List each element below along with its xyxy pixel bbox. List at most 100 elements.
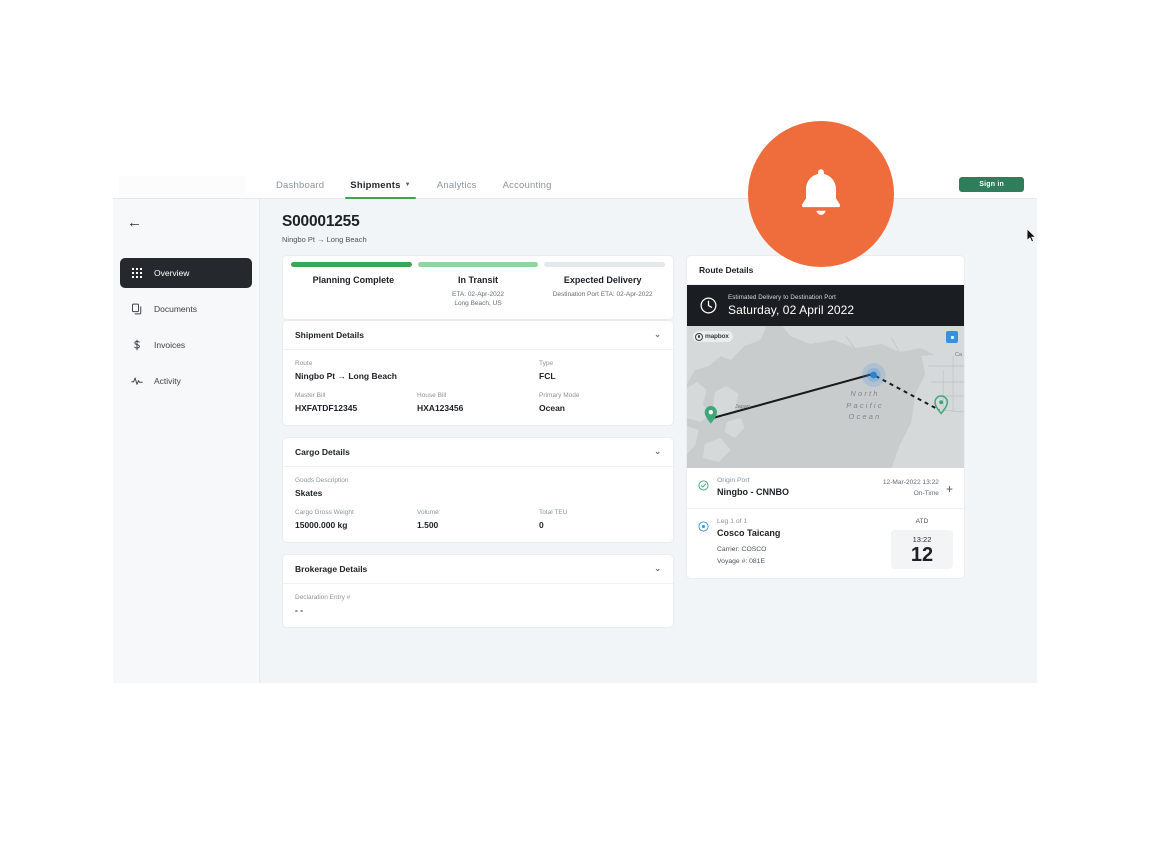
stage-expected-delivery-eta: Destination Port ETA: 02-Apr-2022 <box>552 291 653 298</box>
leg-voyage: Voyage #: 081E <box>717 558 765 566</box>
grid-icon <box>131 267 143 279</box>
mapbox-icon <box>695 332 703 341</box>
field-volume-label: Volume <box>417 508 439 516</box>
progress-stages: Planning Complete In Transit ETA: 02-Apr… <box>291 275 665 309</box>
estimated-delivery-caption: Estimated Delivery to Destination Port <box>728 294 836 301</box>
sidebar-item-activity[interactable]: Activity <box>120 366 252 396</box>
sidebar-item-activity-label: Activity <box>154 376 181 386</box>
progress-bar-planning <box>291 262 412 267</box>
main-content: S00001255 Ningbo Pt → Long Beach Plannin… <box>260 199 1037 683</box>
expand-origin-port-button[interactable]: + <box>946 483 953 495</box>
estimated-delivery-date: Saturday, 02 April 2022 <box>728 303 855 317</box>
origin-port-label: Origin Port <box>717 477 750 484</box>
documents-icon <box>131 303 143 315</box>
screen: Dashboard Shipments ▼ Analytics Accountin… <box>0 0 1149 864</box>
shipment-details-header[interactable]: Shipment Details ⌄ <box>283 321 673 350</box>
stage-expected-delivery: Expected Delivery Destination Port ETA: … <box>540 275 665 309</box>
leg-atd-label: ATD <box>915 518 929 526</box>
sidebar: ← Overview Documents Invoices Activity <box>113 199 260 683</box>
leg-label: Leg 1 of 1 <box>717 518 748 526</box>
field-primary-mode: Primary Mode Ocean <box>539 392 661 413</box>
nav-tab-dashboard[interactable]: Dashboard <box>263 172 337 199</box>
right-column: Route Details Estimated Delivery to Dest… <box>686 255 965 639</box>
shipment-details-row-1: Route Ningbo Pt → Long Beach Type FCL <box>295 360 661 381</box>
sidebar-item-documents[interactable]: Documents <box>120 294 252 324</box>
notification-bell-overlay[interactable] <box>748 121 894 267</box>
content-columns: Planning Complete In Transit ETA: 02-Apr… <box>282 255 1017 639</box>
leg-sub-details: Carrier: COSCO Voyage #: 081E <box>717 544 891 568</box>
shipment-progress-card: Planning Complete In Transit ETA: 02-Apr… <box>282 255 674 320</box>
brokerage-details-row-1: Declaration Entry # - - <box>295 594 661 615</box>
app-body: ← Overview Documents Invoices Activity S… <box>113 199 1037 683</box>
estimated-delivery-text: Estimated Delivery to Destination Port S… <box>728 294 854 317</box>
field-declaration-entry-label: Declaration Entry # <box>295 593 351 601</box>
cargo-details-body: Goods Description Skates Cargo Gross Wei… <box>283 467 673 542</box>
cargo-details-header[interactable]: Cargo Details ⌄ <box>283 438 673 467</box>
progress-bars <box>291 262 666 267</box>
sign-in-button[interactable]: Sign in <box>959 177 1024 192</box>
field-type-value: FCL <box>539 370 556 381</box>
route-map[interactable]: North Pacific Ocean Japan Ca mapbox <box>687 326 964 468</box>
nav-tab-analytics[interactable]: Analytics <box>424 172 490 199</box>
chevron-down-icon[interactable]: ⌄ <box>654 330 661 339</box>
shipment-details-card: Shipment Details ⌄ Route Ningbo Pt → Lon… <box>282 319 674 426</box>
cargo-details-row-2: Cargo Gross Weight 15000.000 kg Volume 1… <box>295 509 661 530</box>
cargo-details-row-1: Goods Description Skates <box>295 477 661 498</box>
mapbox-attribution[interactable]: mapbox <box>693 331 733 342</box>
route-row-leg-1: Leg 1 of 1 Cosco Taicang Carrier: COSCO … <box>687 509 964 578</box>
progress-bar-expected-delivery <box>544 262 666 267</box>
nav-tab-accounting[interactable]: Accounting <box>490 172 565 199</box>
sidebar-item-documents-label: Documents <box>154 304 197 314</box>
brokerage-details-header[interactable]: Brokerage Details ⌄ <box>283 555 673 584</box>
cargo-details-card: Cargo Details ⌄ Goods Description Skates <box>282 436 674 543</box>
estimated-delivery-banner: Estimated Delivery to Destination Port S… <box>687 285 964 326</box>
app-logo[interactable] <box>119 176 246 194</box>
clock-icon <box>699 296 718 315</box>
nav-tab-accounting-label: Accounting <box>502 179 552 191</box>
nav-tab-shipments-label: Shipments <box>350 179 401 191</box>
stage-in-transit: In Transit ETA: 02-Apr-2022 Long Beach, … <box>416 275 541 309</box>
origin-port-main: Origin Port Ningbo - CNNBO <box>717 477 883 497</box>
back-arrow-icon[interactable]: ← <box>127 212 149 234</box>
field-cargo-gross-weight-label: Cargo Gross Weight <box>295 508 354 516</box>
field-house-bill: House Bill HXA123456 <box>417 392 539 413</box>
field-house-bill-label: House Bill <box>417 391 447 399</box>
field-master-bill-label: Master Bill <box>295 391 326 399</box>
leg-carrier: Carrier: COSCO <box>717 546 767 554</box>
route-row-origin-port: Origin Port Ningbo - CNNBO 12-Mar-2022 1… <box>687 468 964 510</box>
field-route-label: Route <box>295 359 313 367</box>
mouse-cursor <box>1026 228 1037 243</box>
map-control-button[interactable] <box>946 331 958 343</box>
stage-planning-complete-label: Planning Complete <box>312 275 395 285</box>
field-primary-mode-value: Ocean <box>539 402 565 413</box>
nav-tab-dashboard-label: Dashboard <box>276 179 325 191</box>
field-primary-mode-label: Primary Mode <box>539 391 580 399</box>
origin-port-meta: 12-Mar-2022 13:22 On-Time <box>883 477 939 499</box>
chevron-down-icon[interactable]: ⌄ <box>654 564 661 573</box>
route-details-card: Route Details Estimated Delivery to Dest… <box>686 255 965 580</box>
dollar-icon <box>131 339 143 351</box>
stage-in-transit-meta: ETA: 02-Apr-2022 Long Beach, US <box>416 290 541 309</box>
field-goods-description: Goods Description Skates <box>295 477 661 498</box>
activity-icon <box>131 375 143 387</box>
field-volume-value: 1.500 <box>417 519 439 530</box>
field-volume: Volume 1.500 <box>417 509 539 530</box>
nav-tab-shipments[interactable]: Shipments ▼ <box>337 172 424 199</box>
page-subtitle: Ningbo Pt → Long Beach <box>282 235 367 244</box>
leg-atd-day: 12 <box>910 544 934 567</box>
bell-icon <box>801 169 841 215</box>
cargo-details-title: Cargo Details <box>295 446 350 457</box>
field-master-bill: Master Bill HXFATDF12345 <box>295 392 417 413</box>
stage-in-transit-label: In Transit <box>458 275 499 285</box>
check-circle-icon <box>698 478 709 491</box>
leg-vessel-name: Cosco Taicang <box>717 528 781 539</box>
field-declaration-entry-value: - - <box>295 604 304 615</box>
progress-bar-in-transit <box>417 262 539 267</box>
chevron-down-icon[interactable]: ⌄ <box>654 447 661 456</box>
leg-atd: ATD 13:22 12 <box>891 518 953 570</box>
sidebar-item-overview[interactable]: Overview <box>120 258 252 288</box>
sidebar-item-invoices[interactable]: Invoices <box>120 330 252 360</box>
field-goods-description-label: Goods Description <box>295 476 349 484</box>
field-type-label: Type <box>539 359 554 367</box>
stage-in-transit-eta: ETA: 02-Apr-2022 <box>452 291 504 298</box>
